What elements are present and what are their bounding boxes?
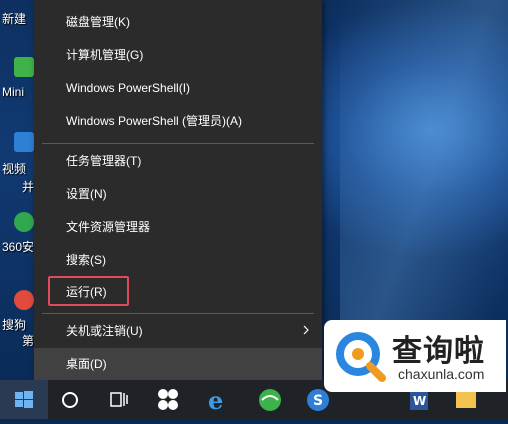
task-view-button[interactable]	[98, 380, 138, 419]
watermark-url: chaxunla.com	[398, 366, 485, 382]
desktop-icon-label: 搜狗	[2, 318, 27, 332]
edge-browser-icon: e	[208, 386, 223, 415]
menu-item-task-manager[interactable]: 任务管理器(T)	[34, 145, 322, 177]
menu-separator	[42, 313, 314, 314]
desktop-icon-label: 第	[22, 334, 35, 348]
desktop-icon-label: 并	[22, 180, 35, 194]
pinwheel-app-icon	[158, 389, 178, 410]
task-view-icon	[110, 392, 128, 407]
cortana-circle-icon	[62, 392, 78, 408]
desktop-icon-sogou[interactable]: 搜狗 第	[0, 288, 38, 348]
cortana-button[interactable]	[50, 380, 90, 419]
svg-text:e: e	[208, 386, 223, 415]
menu-item-settings[interactable]: 设置(N)	[34, 178, 322, 210]
watermark-title: 查询啦	[392, 335, 485, 368]
svg-text:S: S	[313, 393, 323, 409]
shield-icon	[14, 212, 34, 232]
run-highlight-box	[48, 276, 129, 306]
desktop-icon-label: Mini	[2, 85, 25, 99]
sogou-icon	[14, 290, 34, 310]
menu-item-desktop[interactable]: 桌面(D)	[34, 348, 322, 380]
menu-item-powershell[interactable]: Windows PowerShell(I)	[34, 72, 322, 104]
winx-context-menu: 磁盘管理(K) 计算机管理(G) Windows PowerShell(I) W…	[34, 0, 322, 380]
pinwheel-app-button[interactable]	[148, 380, 188, 419]
desktop-icon-label: 视频	[2, 162, 27, 176]
menu-item-disk-management[interactable]: 磁盘管理(K)	[34, 6, 322, 38]
desktop-icon-360[interactable]: 360安	[0, 210, 38, 255]
chevron-right-icon	[303, 325, 309, 335]
menu-item-file-explorer[interactable]: 文件资源管理器	[34, 211, 322, 243]
360-browser-button[interactable]	[250, 380, 290, 419]
menu-item-powershell-admin[interactable]: Windows PowerShell (管理员)(A)	[34, 105, 322, 137]
magnifier-logo-icon	[336, 332, 386, 382]
desktop-icon-label: 360安	[2, 240, 35, 254]
desktop-icon-new[interactable]: 新建	[0, 0, 38, 40]
menu-item-computer-management[interactable]: 计算机管理(G)	[34, 39, 322, 71]
menu-item-search[interactable]: 搜索(S)	[34, 244, 322, 276]
desktop-icon-video[interactable]: 视频 并	[0, 130, 38, 194]
edge-browser-button[interactable]: e	[198, 380, 238, 419]
watermark: 查询啦 chaxunla.com	[324, 320, 506, 392]
svg-text:W: W	[413, 394, 426, 408]
desktop-icon-label: 新建	[2, 12, 27, 26]
start-button[interactable]	[0, 380, 48, 419]
menu-item-label: 关机或注销(U)	[66, 324, 143, 338]
app-icon	[14, 57, 34, 77]
menu-item-shutdown[interactable]: 关机或注销(U)	[34, 315, 322, 347]
menu-separator	[42, 143, 314, 144]
360-browser-icon	[259, 389, 281, 411]
windows-start-icon	[15, 391, 33, 408]
video-icon	[14, 132, 34, 152]
desktop-icon-mini[interactable]: Mini	[0, 55, 38, 100]
